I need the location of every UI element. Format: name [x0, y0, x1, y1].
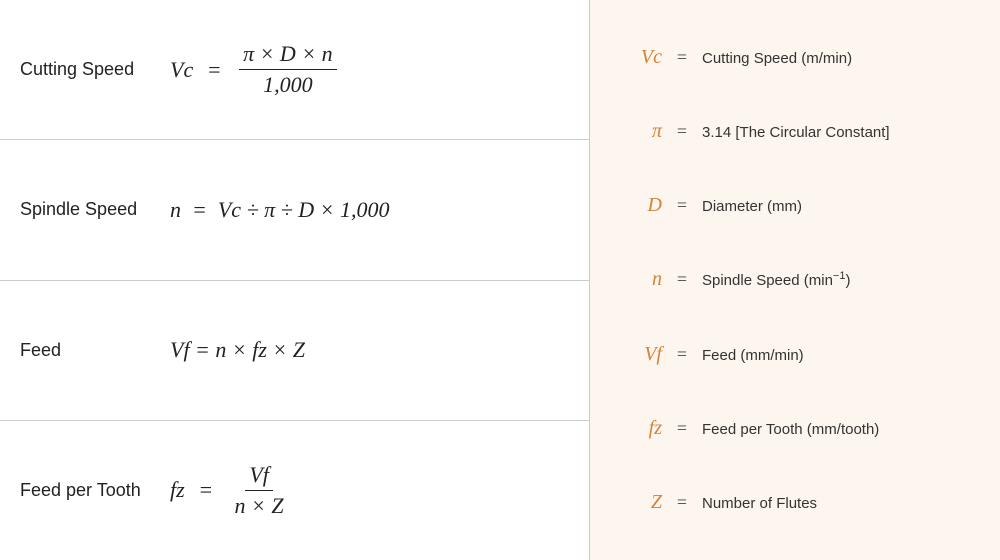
feed-per-tooth-numerator: Vf — [245, 462, 273, 491]
feed-per-tooth-lhs: fz — [170, 477, 185, 503]
legend-panel: Vc = Cutting Speed (m/min) π = 3.14 [The… — [590, 0, 1000, 560]
formula-cutting-speed: Cutting Speed Vc = π × D × n 1,000 — [0, 0, 589, 140]
legend-fz-symbol: fz — [614, 417, 662, 440]
cutting-speed-fraction: π × D × n 1,000 — [239, 41, 337, 98]
legend-vf-desc: Feed (mm/min) — [702, 347, 804, 364]
spindle-speed-label: Spindle Speed — [20, 199, 170, 220]
legend-fz: fz = Feed per Tooth (mm/tooth) — [614, 417, 976, 440]
formulas-panel: Cutting Speed Vc = π × D × n 1,000 Spind… — [0, 0, 590, 560]
cutting-speed-lhs: Vc — [170, 57, 193, 83]
legend-fz-desc: Feed per Tooth (mm/tooth) — [702, 421, 879, 438]
legend-vc-eq: = — [662, 47, 702, 68]
legend-vc-symbol: Vc — [614, 46, 662, 69]
cutting-speed-formula: Vc = π × D × n 1,000 — [170, 41, 341, 98]
legend-d-desc: Diameter (mm) — [702, 198, 802, 215]
feed-per-tooth-fraction: Vf n × Z — [231, 462, 288, 519]
legend-n-desc: Spindle Speed (min−1) — [702, 270, 850, 289]
feed-per-tooth-label: Feed per Tooth — [20, 480, 170, 501]
legend-pi: π = 3.14 [The Circular Constant] — [614, 120, 976, 143]
legend-n-eq: = — [662, 269, 702, 290]
legend-z-eq: = — [662, 492, 702, 513]
legend-vf-eq: = — [662, 344, 702, 365]
legend-vc: Vc = Cutting Speed (m/min) — [614, 46, 976, 69]
feed-formula: Vf = n × fz × Z — [170, 337, 305, 363]
spindle-speed-expression: n = Vc ÷ π ÷ D × 1,000 — [170, 197, 389, 223]
legend-pi-symbol: π — [614, 120, 662, 143]
legend-n: n = Spindle Speed (min−1) — [614, 268, 976, 291]
legend-z-symbol: Z — [614, 491, 662, 514]
legend-pi-eq: = — [662, 121, 702, 142]
formula-feed-per-tooth: Feed per Tooth fz = Vf n × Z — [0, 421, 589, 560]
feed-label: Feed — [20, 340, 170, 361]
cutting-speed-label: Cutting Speed — [20, 59, 170, 80]
formula-feed: Feed Vf = n × fz × Z — [0, 281, 589, 421]
legend-d-symbol: D — [614, 194, 662, 217]
feed-per-tooth-formula: fz = Vf n × Z — [170, 462, 292, 519]
formula-spindle-speed: Spindle Speed n = Vc ÷ π ÷ D × 1,000 — [0, 140, 589, 280]
legend-z-desc: Number of Flutes — [702, 495, 817, 512]
legend-pi-desc: 3.14 [The Circular Constant] — [702, 124, 890, 141]
spindle-speed-formula: n = Vc ÷ π ÷ D × 1,000 — [170, 197, 389, 223]
legend-vc-desc: Cutting Speed (m/min) — [702, 50, 852, 67]
feed-per-tooth-equals: = — [193, 477, 219, 503]
legend-vf: Vf = Feed (mm/min) — [614, 343, 976, 366]
feed-per-tooth-denominator: n × Z — [231, 491, 288, 519]
legend-vf-symbol: Vf — [614, 343, 662, 366]
legend-n-symbol: n — [614, 268, 662, 291]
cutting-speed-denominator: 1,000 — [259, 70, 317, 98]
legend-fz-eq: = — [662, 418, 702, 439]
legend-z: Z = Number of Flutes — [614, 491, 976, 514]
legend-d: D = Diameter (mm) — [614, 194, 976, 217]
cutting-speed-numerator: π × D × n — [239, 41, 337, 70]
feed-expression: Vf = n × fz × Z — [170, 337, 305, 363]
cutting-speed-equals: = — [201, 57, 227, 83]
legend-d-eq: = — [662, 195, 702, 216]
